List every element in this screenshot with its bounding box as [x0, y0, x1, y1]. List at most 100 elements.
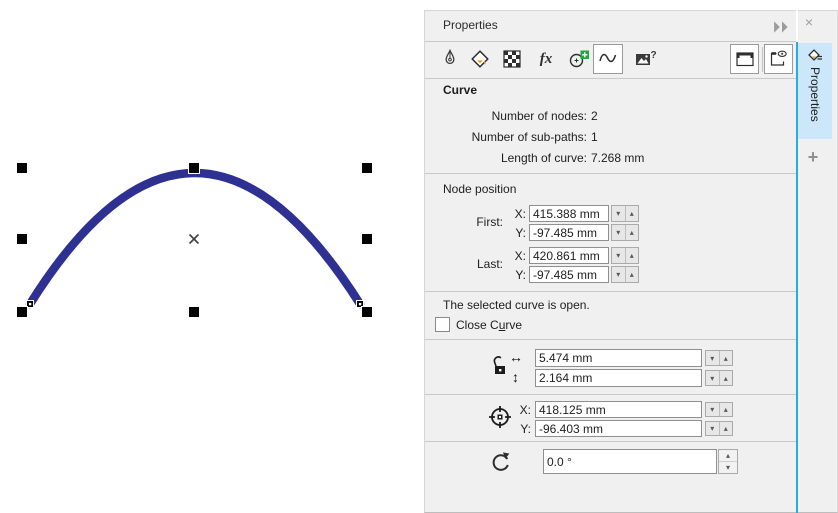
frame-icon — [735, 49, 755, 69]
height-arrow-icon: ↕ — [512, 369, 519, 385]
spin-up-icon[interactable]: ▴ — [720, 422, 733, 435]
spin-down-icon[interactable]: ▾ — [612, 267, 626, 282]
center-y-spinner[interactable]: ▾▴ — [705, 421, 733, 436]
spin-up-icon[interactable]: ▴ — [626, 225, 639, 240]
first-y-input[interactable] — [529, 224, 609, 241]
collapse-docker-icon[interactable] — [773, 21, 791, 33]
first-y-label: Y: — [504, 226, 526, 240]
tab-properties[interactable]: Properties — [798, 43, 832, 139]
last-x-spinner[interactable]: ▾▴ — [611, 247, 639, 264]
divider — [425, 291, 796, 292]
first-x-spinner[interactable]: ▾▴ — [611, 205, 639, 222]
rotation-spinner[interactable]: ▴▾ — [718, 449, 738, 474]
spin-up-icon[interactable]: ▴ — [720, 403, 733, 416]
tab-fill[interactable] — [465, 44, 495, 74]
fx-icon: fx — [540, 51, 553, 68]
tab-outline[interactable] — [435, 44, 465, 74]
tab-effects[interactable]: fx — [531, 44, 561, 74]
width-spinner[interactable]: ▾▴ — [705, 350, 733, 366]
docker-tab-strip: × Properties + — [798, 10, 838, 513]
selection-handle-bottom-left[interactable] — [17, 307, 28, 318]
toolbar-separator — [762, 47, 763, 72]
properties-tab-label: Properties — [808, 67, 822, 122]
divider — [425, 173, 796, 174]
close-curve-label: Close Curve — [456, 318, 522, 332]
last-x-label: X: — [504, 249, 526, 263]
selection-handle-top-center[interactable] — [189, 163, 200, 174]
height-spinner[interactable]: ▾▴ — [705, 370, 733, 386]
center-x-spinner[interactable]: ▾▴ — [705, 402, 733, 417]
spin-down-icon[interactable]: ▾ — [706, 403, 720, 416]
checkerboard-icon — [503, 50, 521, 68]
divider — [425, 441, 796, 442]
center-position-icon — [486, 403, 514, 431]
unlock-ratio-icon[interactable] — [491, 353, 509, 381]
tab-summary[interactable]: ? — [631, 44, 661, 74]
selection-handle-bottom-center[interactable] — [189, 307, 200, 318]
spin-up-icon[interactable]: ▴ — [626, 206, 639, 221]
spin-down-icon[interactable]: ▾ — [719, 462, 737, 473]
image-question-icon: ? — [635, 49, 657, 69]
rotation-angle-input[interactable] — [543, 449, 717, 474]
subpaths-count-value: 1 — [591, 130, 598, 145]
width-arrow-icon: ↔ — [509, 349, 523, 365]
properties-docker: Properties — [424, 10, 796, 513]
last-x-input[interactable] — [529, 247, 609, 264]
spin-down-icon[interactable]: ▾ — [612, 206, 626, 221]
spin-down-icon[interactable]: ▾ — [706, 371, 720, 385]
wrap-text-button[interactable] — [730, 44, 759, 74]
preview-button[interactable] — [764, 44, 793, 74]
selection-handle-mid-right[interactable] — [362, 234, 373, 245]
pen-nib-icon — [440, 49, 460, 69]
nodes-count-value: 2 — [591, 109, 598, 124]
spin-up-icon[interactable]: ▴ — [720, 351, 733, 365]
curve-section-title: Curve — [443, 83, 477, 97]
last-y-input[interactable] — [529, 266, 609, 283]
center-x-label: X: — [513, 403, 531, 417]
drawing-canvas[interactable] — [0, 0, 424, 513]
close-curve-checkbox[interactable] — [435, 317, 450, 332]
svg-text:?: ? — [651, 50, 657, 61]
center-y-label: Y: — [513, 422, 531, 436]
divider — [425, 78, 796, 79]
spin-down-icon[interactable]: ▾ — [612, 225, 626, 240]
first-x-input[interactable] — [529, 205, 609, 222]
selection-handle-top-left[interactable] — [17, 163, 28, 174]
tab-add-symbol[interactable] — [564, 44, 594, 74]
first-y-spinner[interactable]: ▾▴ — [611, 224, 639, 241]
tab-curve[interactable] — [593, 44, 623, 74]
properties-tab-icon — [807, 47, 823, 63]
curve-length-label: Length of curve: — [425, 151, 587, 166]
first-node-label: First: — [469, 215, 503, 229]
center-y-input[interactable] — [535, 420, 702, 437]
divider — [425, 394, 796, 395]
rotation-icon — [489, 451, 511, 473]
spin-down-icon[interactable]: ▾ — [612, 248, 626, 263]
spin-up-icon[interactable]: ▴ — [720, 371, 733, 385]
frame-eye-icon — [769, 49, 789, 69]
spin-up-icon[interactable]: ▴ — [626, 248, 639, 263]
curve-length-row: Length of curve: 7.268 mm — [425, 151, 725, 166]
add-symbol-icon — [568, 49, 590, 69]
spin-up-icon[interactable]: ▴ — [719, 450, 737, 462]
selection-handle-bottom-right[interactable] — [362, 307, 373, 318]
last-y-spinner[interactable]: ▾▴ — [611, 266, 639, 283]
add-docker-icon[interactable]: + — [803, 147, 823, 167]
spin-up-icon[interactable]: ▴ — [626, 267, 639, 282]
coreldraw-window: Properties — [0, 0, 838, 513]
last-y-label: Y: — [504, 268, 526, 282]
selection-handle-top-right[interactable] — [362, 163, 373, 174]
tab-transparency[interactable] — [497, 44, 527, 74]
object-width-input[interactable] — [535, 349, 702, 367]
nodes-count-row: Number of nodes: 2 — [425, 109, 725, 124]
node-position-title: Node position — [443, 182, 516, 196]
center-x-input[interactable] — [535, 401, 702, 418]
close-docker-icon[interactable]: × — [801, 14, 817, 30]
spin-down-icon[interactable]: ▾ — [706, 351, 720, 365]
spin-down-icon[interactable]: ▾ — [706, 422, 720, 435]
divider — [425, 339, 796, 340]
selection-handle-mid-left[interactable] — [17, 234, 28, 245]
curve-length-value: 7.268 mm — [591, 151, 644, 166]
object-height-input[interactable] — [535, 369, 702, 387]
nodes-count-label: Number of nodes: — [425, 109, 587, 124]
